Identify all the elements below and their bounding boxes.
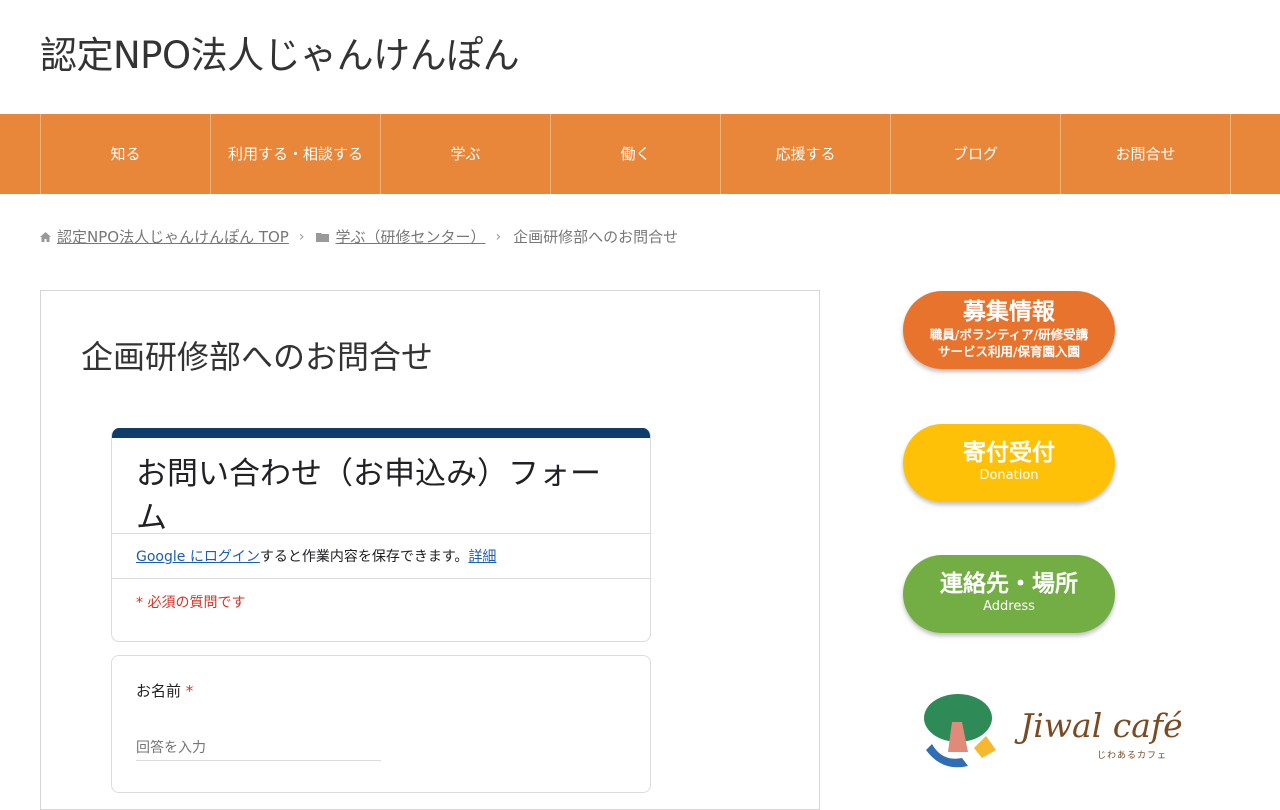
breadcrumb-home-link[interactable]: 認定NPO法人じゃんけんぽん TOP	[57, 226, 289, 247]
form-title: お問い合わせ（お申込み）フォーム	[112, 438, 650, 536]
address-title: 連絡先・場所	[940, 571, 1078, 597]
nav-item-know[interactable]: 知る	[41, 114, 211, 194]
form-header-card: お問い合わせ（お申込み）フォーム Google にログイン すると作業内容を保存…	[111, 428, 651, 642]
login-notice-text: すると作業内容を保存できます。	[259, 549, 469, 565]
donation-button[interactable]: 寄付受付 Donation	[903, 424, 1115, 502]
folder-icon	[316, 232, 330, 242]
home-icon	[40, 231, 51, 242]
details-link[interactable]: 詳細	[468, 546, 496, 566]
question-label-text: お名前	[136, 682, 182, 700]
page-title: 企画研修部へのお問合せ	[81, 338, 434, 376]
chevron-right-icon: ›	[298, 228, 305, 245]
donate-sub: Donation	[979, 468, 1039, 483]
nav-item-use-consult[interactable]: 利用する・相談する	[211, 114, 381, 194]
nav-item-learn[interactable]: 学ぶ	[381, 114, 551, 194]
name-input[interactable]	[136, 736, 381, 761]
cafe-name: Jiwal café	[1020, 706, 1183, 745]
recruit-line2: サービス利用/保育園入園	[937, 344, 1081, 359]
required-mark: *	[185, 682, 194, 700]
cafe-subtitle: じわあるカフェ	[1097, 751, 1168, 761]
nav-item-support[interactable]: 応援する	[721, 114, 891, 194]
recruit-title: 募集情報	[963, 299, 1055, 325]
tree-icon	[924, 694, 996, 768]
form-accent-bar	[112, 428, 650, 438]
nav-items: 知る 利用する・相談する 学ぶ 働く 応援する ブログ お問合せ	[40, 114, 1231, 194]
google-login-link[interactable]: Google にログイン	[136, 546, 260, 566]
required-note: * 必須の質問です	[136, 595, 246, 611]
cafe-logo[interactable]: Jiwal café じわあるカフェ	[922, 692, 1192, 772]
main-nav: 知る 利用する・相談する 学ぶ 働く 応援する ブログ お問合せ	[0, 114, 1280, 194]
main-content: 企画研修部へのお問合せ お問い合わせ（お申込み）フォーム Google にログイ…	[40, 290, 820, 810]
form-login-notice: Google にログイン すると作業内容を保存できます。 詳細	[112, 534, 650, 579]
question-label: お名前 *	[136, 680, 193, 701]
address-sub: Address	[983, 599, 1035, 614]
address-button[interactable]: 連絡先・場所 Address	[903, 555, 1115, 633]
recruit-line1: 職員/ボランティア/研修受講	[929, 327, 1089, 342]
chevron-right-icon: ›	[495, 228, 502, 245]
nav-item-contact[interactable]: お問合せ	[1061, 114, 1231, 194]
nav-item-work[interactable]: 働く	[551, 114, 721, 194]
donate-title: 寄付受付	[963, 440, 1055, 466]
question-card-name: お名前 *	[111, 655, 651, 793]
breadcrumb-category-link[interactable]: 学ぶ（研修センター）	[335, 226, 485, 247]
recruit-info-button[interactable]: 募集情報 職員/ボランティア/研修受講 サービス利用/保育園入園	[903, 291, 1115, 369]
breadcrumb-current: 企画研修部へのお問合せ	[513, 228, 679, 246]
breadcrumb: 認定NPO法人じゃんけんぽん TOP › 学ぶ（研修センター） › 企画研修部へ…	[40, 226, 678, 247]
nav-item-blog[interactable]: ブログ	[891, 114, 1061, 194]
site-title[interactable]: 認定NPO法人じゃんけんぽん	[40, 30, 520, 82]
